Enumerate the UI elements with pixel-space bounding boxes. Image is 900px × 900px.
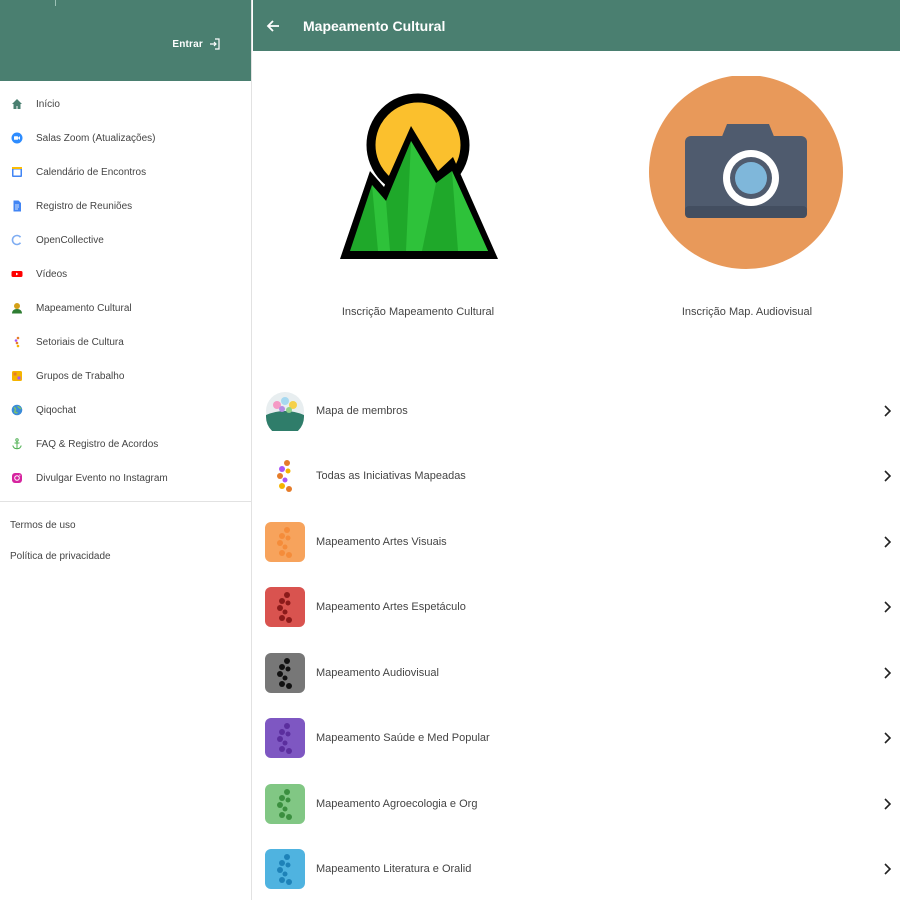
sidebar-item-label: Início — [36, 98, 60, 110]
mapping-list: Mapa de membros Todas as Iniciativas Map… — [253, 378, 900, 900]
sidebar-header: Entrar — [0, 0, 251, 81]
instagram-icon — [11, 472, 23, 484]
chevron-right-icon — [884, 470, 891, 482]
literatura-icon — [265, 849, 305, 890]
list-item-label: Mapeamento Audiovisual — [316, 666, 439, 679]
person-icon — [11, 302, 23, 314]
list-item-audiovisual[interactable]: Mapeamento Audiovisual — [253, 640, 900, 706]
document-icon — [11, 200, 23, 212]
terms-link[interactable]: Termos de uso — [0, 510, 251, 541]
list-item-mapa-membros[interactable]: Mapa de membros — [253, 378, 900, 444]
sidebar-item-setoriais[interactable]: Setoriais de Cultura — [0, 325, 251, 359]
list-item-artes-espetaculo[interactable]: Mapeamento Artes Espetáculo — [253, 575, 900, 641]
registration-cards: Inscrição Mapeamento Cultural Inscrição … — [253, 51, 900, 351]
audiovisual-icon — [265, 652, 305, 693]
globe-icon — [11, 404, 23, 416]
opencollective-icon — [11, 234, 23, 246]
list-item-agroecologia[interactable]: Mapeamento Agroecologia e Org — [253, 771, 900, 837]
sidebar-item-label: Mapeamento Cultural — [36, 302, 132, 314]
artes-espetaculo-icon — [265, 587, 305, 628]
calendar-icon — [11, 166, 23, 178]
chevron-right-icon — [884, 536, 891, 548]
list-item-label: Mapa de membros — [316, 404, 408, 417]
members-map-icon — [265, 391, 305, 431]
sidebar-item-label: Calendário de Encontros — [36, 166, 147, 178]
saude-icon — [265, 718, 305, 759]
sidebar-item-calendario[interactable]: Calendário de Encontros — [0, 155, 251, 189]
login-button[interactable]: Entrar — [172, 38, 221, 50]
artes-visuais-icon — [265, 521, 305, 562]
list-item-label: Mapeamento Artes Espetáculo — [316, 601, 466, 614]
list-item-saude[interactable]: Mapeamento Saúde e Med Popular — [253, 706, 900, 772]
camera-icon — [649, 76, 843, 269]
sidebar-item-instagram[interactable]: Divulgar Evento no Instagram — [0, 461, 251, 495]
legal-links: Termos de uso Política de privacidade — [0, 502, 251, 572]
sidebar-item-mapeamento[interactable]: Mapeamento Cultural — [0, 291, 251, 325]
sidebar-item-label: Salas Zoom (Atualizações) — [36, 132, 156, 144]
sidebar-item-faq[interactable]: FAQ & Registro de Acordos — [0, 427, 251, 461]
login-label: Entrar — [172, 38, 203, 50]
sidebar-item-label: Setoriais de Cultura — [36, 336, 124, 348]
sidebar-item-opencollective[interactable]: OpenCollective — [0, 223, 251, 257]
setoriais-icon — [11, 336, 23, 348]
list-item-label: Todas as Iniciativas Mapeadas — [316, 470, 466, 483]
sidebar-item-label: Vídeos — [36, 268, 68, 280]
card-label: Inscrição Map. Audiovisual — [681, 306, 813, 318]
sidebar-item-label: Grupos de Trabalho — [36, 370, 125, 382]
list-item-todas-iniciativas[interactable]: Todas as Iniciativas Mapeadas — [253, 444, 900, 510]
chevron-right-icon — [884, 405, 891, 417]
youtube-icon — [11, 268, 23, 280]
login-icon — [210, 38, 220, 50]
sidebar-item-zoom[interactable]: Salas Zoom (Atualizações) — [0, 121, 251, 155]
list-item-label: Mapeamento Artes Visuais — [316, 535, 447, 548]
groups-icon — [11, 370, 23, 382]
anchor-icon — [11, 438, 23, 450]
all-initiatives-icon — [265, 456, 305, 496]
card-label: Inscrição Mapeamento Cultural — [341, 306, 495, 318]
chevron-right-icon — [884, 732, 891, 744]
header-divider — [55, 0, 56, 6]
sidebar-item-grupos[interactable]: Grupos de Trabalho — [0, 359, 251, 393]
sidebar: Entrar Início Salas Zoom (Atualizações) … — [0, 0, 252, 900]
sidebar-item-qiqochat[interactable]: Qiqochat — [0, 393, 251, 427]
privacy-link[interactable]: Política de privacidade — [0, 541, 251, 572]
agroecologia-icon — [265, 783, 305, 824]
list-item-literatura[interactable]: Mapeamento Literatura e Oralid — [253, 837, 900, 900]
sidebar-item-label: OpenCollective — [36, 234, 104, 246]
page-title: Mapeamento Cultural — [303, 17, 446, 34]
list-item-label: Mapeamento Saúde e Med Popular — [316, 732, 490, 745]
home-icon — [11, 98, 23, 110]
mountain-sun-icon — [340, 93, 498, 259]
sidebar-menu: Início Salas Zoom (Atualizações) Calendá… — [0, 81, 251, 495]
sidebar-item-label: Registro de Reuniões — [36, 200, 133, 212]
app-bar: Mapeamento Cultural — [253, 0, 900, 51]
list-item-artes-visuais[interactable]: Mapeamento Artes Visuais — [253, 509, 900, 575]
chevron-right-icon — [884, 667, 891, 679]
sidebar-item-registro[interactable]: Registro de Reuniões — [0, 189, 251, 223]
back-arrow-icon[interactable] — [266, 19, 280, 33]
sidebar-item-inicio[interactable]: Início — [0, 87, 251, 121]
zoom-icon — [11, 132, 23, 144]
chevron-right-icon — [884, 863, 891, 875]
card-inscricao-mapeamento[interactable]: Inscrição Mapeamento Cultural — [298, 91, 538, 331]
chevron-right-icon — [884, 798, 891, 810]
card-inscricao-audiovisual[interactable]: Inscrição Map. Audiovisual — [627, 76, 867, 331]
sidebar-item-label: Divulgar Evento no Instagram — [36, 472, 168, 484]
sidebar-item-label: FAQ & Registro de Acordos — [36, 438, 159, 450]
chevron-right-icon — [884, 601, 891, 613]
list-item-label: Mapeamento Literatura e Oralid — [316, 863, 472, 876]
list-item-label: Mapeamento Agroecologia e Org — [316, 797, 478, 810]
sidebar-item-videos[interactable]: Vídeos — [0, 257, 251, 291]
sidebar-item-label: Qiqochat — [36, 404, 77, 416]
